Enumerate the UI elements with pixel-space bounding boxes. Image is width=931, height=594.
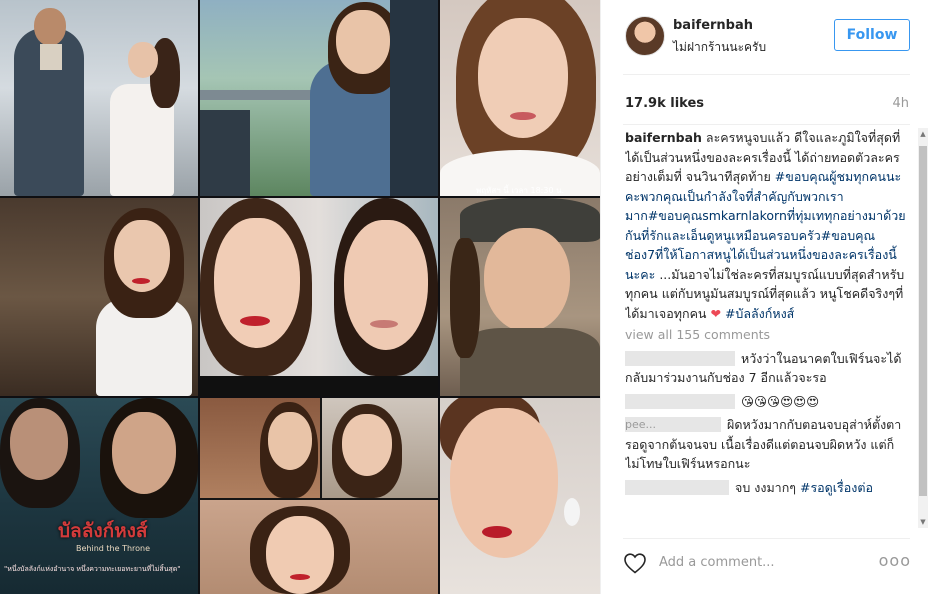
comment-item: จบ งงมากๆ #รอดูเรื่องต่อ — [625, 478, 908, 498]
collage-tile-3: พฤหัสฯ นี้ เวลา 18:30 น. — [440, 0, 600, 196]
show-title-logo: บัลลังก์หงส์ — [58, 520, 148, 542]
collage-tile-2 — [200, 0, 438, 196]
comment-username-blurred[interactable] — [625, 479, 729, 495]
caption: baifernbah ละครหนูจบแล้ว ดีใจและภูมิใจที… — [625, 128, 908, 323]
post-location[interactable]: ไม่ฝากร้านนะครับ — [673, 38, 766, 57]
comment-username-blurred[interactable]: pee... — [625, 417, 721, 432]
comments-list[interactable]: baifernbah ละครหนูจบแล้ว ดีใจและภูมิใจที… — [625, 128, 908, 528]
comment-item: pee... ผิดหวังมากกับตอนจบอุส่าห์ตั้งตารอด… — [625, 415, 908, 474]
show-subtitle: Behind the Throne — [76, 544, 151, 553]
collage-tile-5-strip — [200, 376, 438, 396]
post-side-panel: baifernbah ไม่ฝากร้านนะครับ Follow 17.9k… — [600, 0, 931, 594]
comment-text: 😘😘😘😍😍😍 — [741, 393, 820, 409]
collage-tile-4 — [0, 198, 198, 396]
scroll-down-arrow-icon[interactable]: ▼ — [918, 516, 928, 528]
hashtag-4[interactable]: #บัลลังก์หงส์ — [725, 306, 794, 321]
scrollbar-thumb[interactable] — [919, 146, 927, 496]
comments-scrollbar[interactable]: ▲ ▼ — [918, 128, 928, 528]
scroll-up-arrow-icon[interactable]: ▲ — [918, 128, 928, 140]
view-all-comments-link[interactable]: view all 155 comments — [625, 325, 908, 345]
collage-tile-5 — [200, 198, 438, 376]
show-tagline: "หนึ่งบัลลังก์แห่งอำนาจ หนึ่งความทะเยอทะ… — [4, 565, 181, 573]
comment-item: 😘😘😘😍😍😍 — [625, 392, 908, 412]
more-options-icon[interactable]: ooo — [879, 551, 911, 570]
comment-item: หวังว่าในอนาคตใบเฟิร์นจะได้กลับมาร่วมงาน… — [625, 349, 908, 388]
collage-tile-9 — [440, 398, 600, 594]
collage-tile-6 — [440, 198, 600, 396]
post-photo[interactable]: พฤหัสฯ นี้ เวลา 18:30 น. บัลลังก์หงส์ Be… — [0, 0, 600, 594]
footer-divider — [623, 538, 910, 539]
avatar[interactable] — [625, 16, 665, 56]
comment-hashtag[interactable]: #รอดูเรื่องต่อ — [800, 480, 873, 495]
comment-text: จบ งงมากๆ — [735, 479, 796, 495]
caption-username[interactable]: baifernbah — [625, 130, 702, 145]
likes-divider — [623, 124, 910, 125]
collage-tile-8 — [200, 398, 438, 594]
post-username[interactable]: baifernbah — [673, 18, 753, 33]
follow-button[interactable]: Follow — [834, 19, 910, 51]
comment-username-blurred[interactable] — [625, 393, 735, 409]
collage-tile-7: บัลลังก์หงส์ Behind the Throne "หนึ่งบัล… — [0, 398, 198, 594]
comment-username-blurred[interactable] — [625, 350, 735, 366]
post-timestamp[interactable]: 4h — [892, 96, 909, 111]
header-divider — [623, 74, 910, 75]
overlay-small-text: พฤหัสฯ นี้ เวลา 18:30 น. — [476, 186, 565, 195]
like-heart-icon[interactable] — [623, 552, 647, 574]
add-comment-input[interactable]: Add a comment... — [659, 555, 775, 570]
collage-tile-1 — [0, 0, 198, 196]
likes-count[interactable]: 17.9k likes — [625, 96, 704, 111]
caption-heart-emoji: ❤ — [710, 305, 721, 321]
